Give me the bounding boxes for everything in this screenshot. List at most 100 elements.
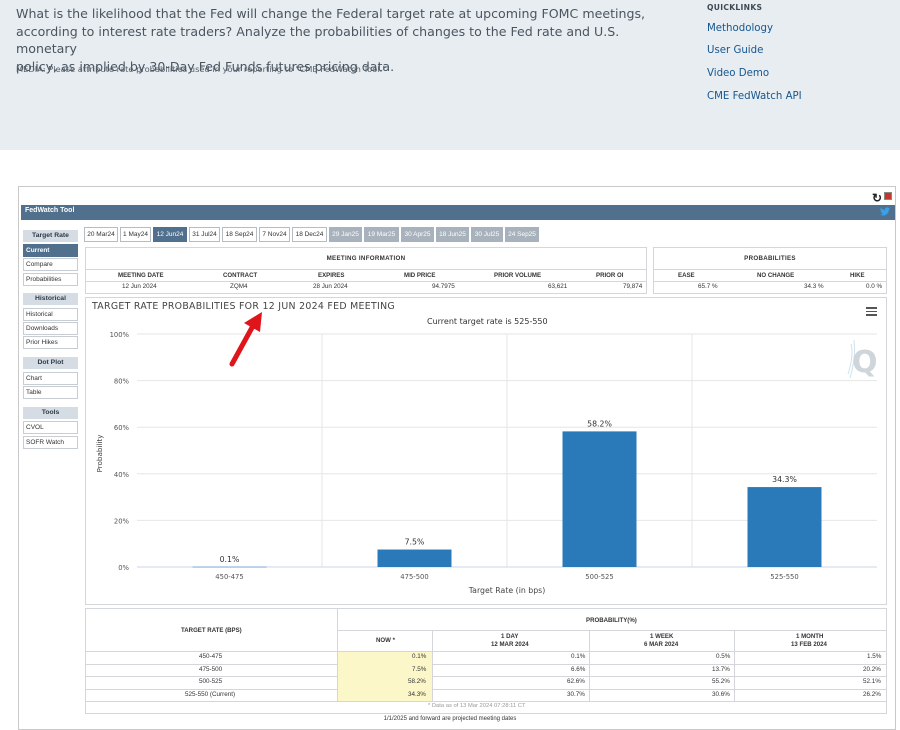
quicklinks-title: QUICKLINKS: [707, 3, 763, 12]
y-tick-label: 0%: [118, 564, 129, 572]
bar-value-label: 34.3%: [772, 475, 797, 484]
header-prior-oi: PRIOR OI: [596, 272, 624, 279]
col-divider: [432, 630, 433, 701]
header-now: NOW *: [376, 637, 395, 644]
probabilities-title: PROBABILITIES: [654, 248, 886, 270]
quicklink-user-guide[interactable]: User Guide: [707, 45, 763, 56]
sidebar-item-table[interactable]: Table: [23, 386, 78, 399]
sidebar-item-historical[interactable]: Historical: [23, 308, 78, 321]
bar-525-550: [747, 487, 822, 567]
sidebar-section-target-rate: Target Rate: [23, 230, 78, 242]
close-icon[interactable]: [884, 192, 892, 200]
row-divider: [86, 676, 886, 677]
row-divider: [86, 689, 886, 690]
quicklink-video-demo[interactable]: Video Demo: [707, 68, 769, 79]
sidebar-item-cvol[interactable]: CVOL: [23, 421, 78, 434]
tab-meeting-20mar24[interactable]: 20 Mar24: [84, 227, 118, 242]
tab-meeting-24sep25[interactable]: 24 Sep25: [505, 227, 539, 242]
sidebar-item-current[interactable]: Current: [23, 244, 78, 257]
row-divider: [337, 630, 886, 631]
sidebar-section-historical: Historical: [23, 293, 78, 305]
meeting-date-value: 12 Jun 2024: [122, 283, 157, 290]
table-cell-1month: 1.5%: [867, 653, 882, 660]
tab-meeting-7nov24[interactable]: 7 Nov24: [259, 227, 290, 242]
tab-meeting-31jul24[interactable]: 31 Jul24: [189, 227, 220, 242]
meeting-information-title: MEETING INFORMATION: [86, 248, 646, 270]
table-cell-now: 58.2%: [408, 678, 426, 685]
row-divider: [86, 701, 886, 702]
reload-icon[interactable]: ↻: [872, 191, 882, 205]
table-cell-1day: 0.1%: [571, 653, 586, 660]
header-mid-price: MID PRICE: [404, 272, 436, 279]
prior-oi-value: 79,874: [623, 283, 643, 290]
twitter-icon[interactable]: [880, 207, 890, 219]
tool-header-bar: FedWatch Tool: [21, 205, 895, 220]
header-meeting-date: MEETING DATE: [118, 272, 164, 279]
sidebar-item-compare[interactable]: Compare: [23, 258, 78, 271]
table-cell-1week: 0.5%: [716, 653, 731, 660]
tab-meeting-18sep24[interactable]: 18 Sep24: [222, 227, 257, 242]
tab-meeting-1may24[interactable]: 1 May24: [120, 227, 151, 242]
col-divider: [589, 630, 590, 701]
table-row-rate: 525-550 (Current): [185, 691, 236, 698]
sidebar-item-probabilities[interactable]: Probabilities: [23, 273, 78, 286]
bar-500-525: [562, 431, 637, 567]
sidebar-section-dot-plot: Dot Plot: [23, 357, 78, 369]
tab-meeting-29jan25[interactable]: 29 Jan25: [329, 227, 362, 242]
table-cell-1week: 30.6%: [712, 691, 730, 698]
tab-meeting-30apr25[interactable]: 30 Apr25: [401, 227, 434, 242]
sidebar-item-prior-hikes[interactable]: Prior Hikes: [23, 336, 78, 349]
media-attribution-note: MEDIA: Please attribute rate probabiliti…: [16, 64, 387, 74]
prior-volume-value: 63,621: [548, 283, 568, 290]
col-divider: [734, 630, 735, 701]
sidebar-item-chart[interactable]: Chart: [23, 372, 78, 385]
x-tick-label: 500-525: [585, 573, 613, 581]
chart-subtitle: Current target rate is 525-550: [427, 317, 548, 326]
tool-title: FedWatch Tool: [25, 207, 75, 214]
sidebar-item-sofr-watch[interactable]: SOFR Watch: [23, 436, 78, 449]
hamburger-menu-icon[interactable]: [866, 307, 877, 316]
tab-meeting-18jun25[interactable]: 18 Jun25: [436, 227, 469, 242]
header-expires: EXPIRES: [318, 272, 345, 279]
row-divider: [86, 281, 646, 282]
tab-meeting-12jun24[interactable]: 12 Jun24: [153, 227, 187, 242]
contract-value: ZQM4: [230, 283, 248, 290]
table-cell-1month: 20.2%: [863, 666, 881, 673]
table-cell-1week: 13.7%: [712, 666, 730, 673]
intro-line: according to interest rate traders? Anal…: [16, 23, 620, 57]
sidebar-item-downloads[interactable]: Downloads: [23, 322, 78, 335]
bar-value-label: 58.2%: [587, 419, 612, 428]
tab-meeting-19mar25[interactable]: 19 Mar25: [364, 227, 399, 242]
target-rate-column-header: TARGET RATE (BPS): [181, 627, 242, 634]
data-timestamp-note: * Data as of 13 Mar 2024 07:28:11 CT: [428, 703, 526, 709]
cme-watermark-icon: Q: [847, 339, 876, 380]
row-divider: [86, 651, 886, 652]
y-tick-label: 20%: [114, 517, 130, 525]
header-1-day: 1 DAY: [501, 633, 519, 640]
table-cell-1day: 30.7%: [567, 691, 585, 698]
quicklink-methodology[interactable]: Methodology: [707, 23, 773, 34]
y-axis-title: Probability: [95, 434, 104, 473]
x-axis-title: Target Rate (in bps): [468, 586, 546, 595]
header-1-day-date: 12 MAR 2024: [491, 641, 529, 648]
tab-meeting-18dec24[interactable]: 18 Dec24: [292, 227, 327, 242]
probability-history-table: TARGET RATE (BPS) PROBABILITY(%) NOW * 1…: [85, 608, 887, 714]
table-cell-now: 34.3%: [408, 691, 426, 698]
no-change-value: 34.3 %: [804, 283, 824, 290]
watermark-letter: Q: [852, 345, 876, 380]
table-cell-now: 7.5%: [412, 666, 427, 673]
table-cell-1month: 26.2%: [863, 691, 881, 698]
table-row-rate: 475-500: [199, 666, 223, 673]
meeting-information-table: MEETING INFORMATION MEETING DATE CONTRAC…: [85, 247, 647, 294]
tab-meeting-30jul25[interactable]: 30 Jul25: [471, 227, 503, 242]
table-cell-1month: 52.1%: [863, 678, 881, 685]
table-cell-now: 0.1%: [412, 653, 427, 660]
x-tick-label: 475-500: [400, 573, 428, 581]
expires-value: 28 Jun 2024: [313, 283, 348, 290]
header-1-month-date: 13 FEB 2024: [791, 641, 827, 648]
bar-value-label: 7.5%: [405, 538, 425, 547]
quicklink-api[interactable]: CME FedWatch API: [707, 91, 802, 102]
intro-line: What is the likelihood that the Fed will…: [16, 6, 646, 21]
header-ease: EASE: [678, 272, 695, 279]
bar-450-475: [192, 566, 267, 568]
